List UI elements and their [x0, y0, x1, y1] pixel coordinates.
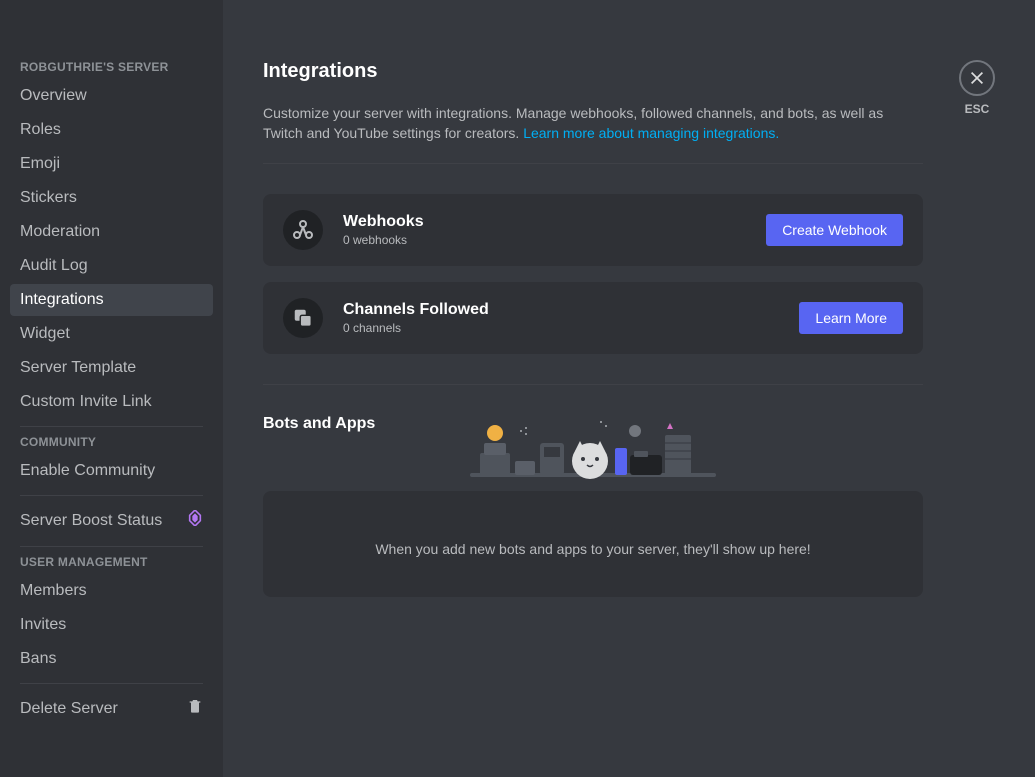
sidebar-item-moderation[interactable]: Moderation — [10, 216, 213, 248]
card-title: Webhooks — [343, 213, 766, 231]
sidebar-divider — [20, 683, 203, 684]
sidebar-item-label: Server Boost Status — [20, 511, 162, 531]
webhooks-card: Webhooks 0 webhooksCreate Webhook — [263, 194, 923, 266]
page-title: Integrations — [263, 60, 923, 83]
sidebar-item-emoji[interactable]: Emoji — [10, 148, 213, 180]
trash-icon — [187, 698, 203, 720]
channels-icon — [283, 298, 323, 338]
learn-more-link[interactable]: Learn more about managing integrations. — [523, 125, 779, 141]
sidebar-item-widget[interactable]: Widget — [10, 318, 213, 350]
boost-icon — [187, 510, 203, 532]
sidebar-item-label: Enable Community — [20, 461, 155, 481]
sidebar-item-label: Server Template — [20, 358, 136, 378]
sidebar-section-header: USER MANAGEMENT — [10, 555, 213, 575]
main-content: ESC Integrations Customize your server w… — [223, 0, 1035, 777]
sidebar-item-label: Overview — [20, 86, 87, 106]
channels-followed-card: Channels Followed 0 channelsLearn More — [263, 282, 923, 354]
card-subtitle: 0 channels — [343, 321, 799, 335]
card-subtitle: 0 webhooks — [343, 233, 766, 247]
sidebar-item-stickers[interactable]: Stickers — [10, 182, 213, 214]
sidebar-item-label: Delete Server — [20, 699, 118, 719]
sidebar-divider — [20, 426, 203, 427]
sidebar-section-header: COMMUNITY — [10, 435, 213, 455]
page-description: Customize your server with integrations.… — [263, 103, 923, 143]
sidebar-item-bans[interactable]: Bans — [10, 643, 213, 675]
sidebar-item-server-boost-status[interactable]: Server Boost Status — [10, 504, 213, 538]
learn-more-button[interactable]: Learn More — [799, 302, 903, 334]
sidebar-item-enable-community[interactable]: Enable Community — [10, 455, 213, 487]
sidebar-item-custom-invite-link[interactable]: Custom Invite Link — [10, 386, 213, 418]
sidebar-item-server-template[interactable]: Server Template — [10, 352, 213, 384]
sidebar-item-delete-server[interactable]: Delete Server — [10, 692, 213, 726]
webhook-icon — [283, 210, 323, 250]
settings-sidebar: ROBGUTHRIE'S SERVER Overview Roles Emoji Sti… — [0, 0, 223, 777]
sidebar-item-label: Widget — [20, 324, 70, 344]
bots-illustration — [470, 413, 716, 491]
card-title: Channels Followed — [343, 301, 799, 319]
close-icon — [959, 60, 995, 96]
sidebar-item-label: Emoji — [20, 154, 60, 174]
sidebar-item-label: Custom Invite Link — [20, 392, 152, 412]
sidebar-item-label: Moderation — [20, 222, 100, 242]
sidebar-item-label: Audit Log — [20, 256, 88, 276]
sidebar-section-header: ROBGUTHRIE'S SERVER — [10, 60, 213, 80]
sidebar-item-label: Bans — [20, 649, 56, 669]
bots-empty-text: When you add new bots and apps to your s… — [283, 541, 903, 557]
sidebar-item-label: Roles — [20, 120, 61, 140]
divider — [263, 163, 923, 164]
bots-empty-card: When you add new bots and apps to your s… — [263, 491, 923, 597]
sidebar-item-label: Invites — [20, 615, 66, 635]
sidebar-item-label: Stickers — [20, 188, 77, 208]
sidebar-item-members[interactable]: Members — [10, 575, 213, 607]
sidebar-item-integrations[interactable]: Integrations — [10, 284, 213, 316]
close-button[interactable]: ESC — [959, 60, 995, 116]
create-webhook-button[interactable]: Create Webhook — [766, 214, 903, 246]
sidebar-item-label: Integrations — [20, 290, 104, 310]
sidebar-item-overview[interactable]: Overview — [10, 80, 213, 112]
close-label: ESC — [965, 102, 990, 116]
sidebar-item-label: Members — [20, 581, 87, 601]
sidebar-divider — [20, 495, 203, 496]
sidebar-item-invites[interactable]: Invites — [10, 609, 213, 641]
divider — [263, 384, 923, 385]
sidebar-item-audit-log[interactable]: Audit Log — [10, 250, 213, 282]
sidebar-item-roles[interactable]: Roles — [10, 114, 213, 146]
sidebar-divider — [20, 546, 203, 547]
